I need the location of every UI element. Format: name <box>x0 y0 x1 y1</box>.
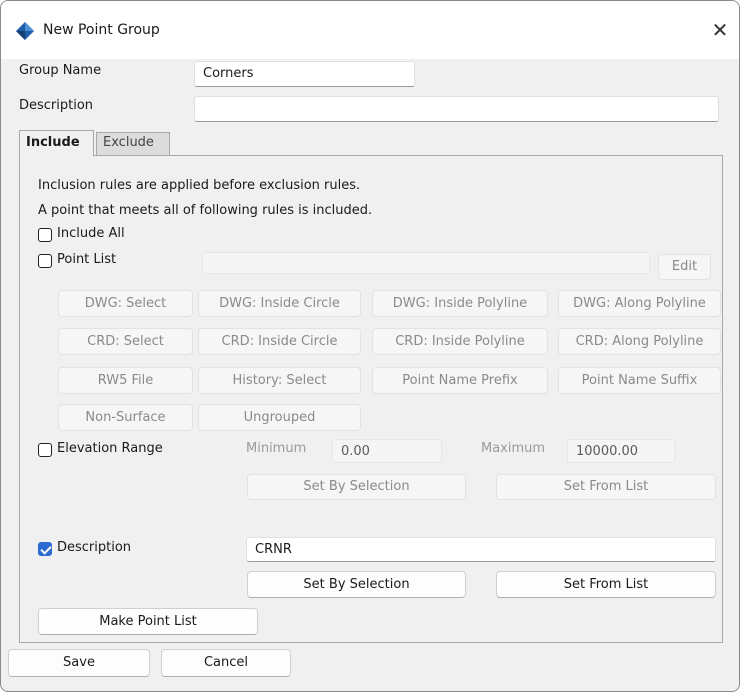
non-surface-button[interactable]: Non-Surface <box>58 404 193 431</box>
crd-along-polyline-button[interactable]: CRD: Along Polyline <box>558 328 721 355</box>
description-label: Description <box>19 98 94 113</box>
maximum-label: Maximum <box>481 441 546 456</box>
diamond-app-icon <box>16 22 34 40</box>
elevation-range-label: Elevation Range <box>57 441 163 456</box>
elevation-set-by-selection-button[interactable]: Set By Selection <box>247 474 466 500</box>
history-select-button[interactable]: History: Select <box>198 367 361 394</box>
window-title: New Point Group <box>43 22 160 38</box>
maximum-input[interactable]: 10000.00 <box>567 439 675 463</box>
dwg-along-polyline-button[interactable]: DWG: Along Polyline <box>558 290 721 317</box>
group-name-label: Group Name <box>19 63 102 78</box>
save-button[interactable]: Save <box>8 649 150 677</box>
description-checkbox[interactable] <box>38 542 52 556</box>
crd-select-button[interactable]: CRD: Select <box>58 328 193 355</box>
point-list-label: Point List <box>57 252 117 267</box>
elevation-set-from-list-button[interactable]: Set From List <box>496 474 716 500</box>
dialog-window: New Point Group ✕ Group Name Corners Des… <box>0 0 740 692</box>
info-text-1: Inclusion rules are applied before exclu… <box>38 178 361 193</box>
crd-inside-circle-button[interactable]: CRD: Inside Circle <box>198 328 361 355</box>
close-icon[interactable]: ✕ <box>705 15 735 45</box>
info-text-2: A point that meets all of following rule… <box>38 203 373 218</box>
minimum-input[interactable]: 0.00 <box>332 439 442 463</box>
ungrouped-button[interactable]: Ungrouped <box>198 404 361 431</box>
cancel-button[interactable]: Cancel <box>161 649 291 677</box>
description-set-by-selection-button[interactable]: Set By Selection <box>247 571 466 598</box>
point-name-suffix-button[interactable]: Point Name Suffix <box>558 367 721 394</box>
point-list-input[interactable] <box>202 252 650 274</box>
description-filter-input[interactable]: CRNR <box>246 537 716 562</box>
title-bar[interactable]: New Point Group ✕ <box>1 1 739 59</box>
description-filter-label: Description <box>57 540 132 555</box>
group-name-input[interactable]: Corners <box>194 61 415 87</box>
crd-inside-polyline-button[interactable]: CRD: Inside Polyline <box>372 328 548 355</box>
description-set-from-list-button[interactable]: Set From List <box>496 571 716 598</box>
dwg-inside-circle-button[interactable]: DWG: Inside Circle <box>198 290 361 317</box>
tab-exclude[interactable]: Exclude <box>96 132 170 156</box>
point-name-prefix-button[interactable]: Point Name Prefix <box>372 367 548 394</box>
dwg-select-button[interactable]: DWG: Select <box>58 290 193 317</box>
include-all-label: Include All <box>57 226 125 241</box>
description-input[interactable] <box>194 96 719 122</box>
elevation-range-checkbox[interactable] <box>38 443 52 457</box>
include-all-checkbox[interactable] <box>38 228 52 242</box>
rw5-file-button[interactable]: RW5 File <box>58 367 193 394</box>
include-panel <box>19 155 723 643</box>
minimum-label: Minimum <box>246 441 307 456</box>
tab-include[interactable]: Include <box>19 130 94 156</box>
point-list-checkbox[interactable] <box>38 254 52 268</box>
edit-point-list-button[interactable]: Edit <box>658 254 711 280</box>
make-point-list-button[interactable]: Make Point List <box>38 608 258 635</box>
dwg-inside-polyline-button[interactable]: DWG: Inside Polyline <box>372 290 548 317</box>
